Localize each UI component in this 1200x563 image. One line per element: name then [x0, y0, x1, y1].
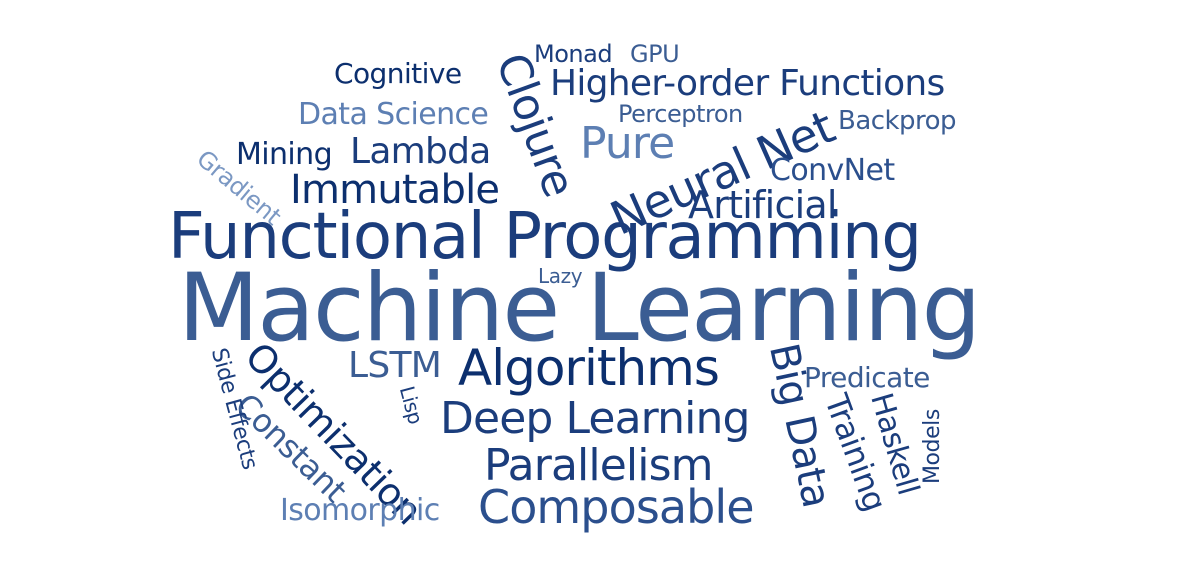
word-backprop: Backprop	[838, 106, 957, 136]
word-composable: Composable	[478, 480, 755, 534]
word-mining: Mining	[236, 137, 333, 172]
word-algorithms: Algorithms	[458, 339, 720, 397]
word-lambda: Lambda	[350, 131, 491, 172]
word-deep-learning: Deep Learning	[440, 393, 750, 444]
word-cloud: Machine Learning Functional Programming …	[0, 0, 1200, 563]
word-predicate: Predicate	[804, 361, 930, 394]
word-convnet: ConvNet	[770, 153, 895, 188]
word-artificial: Artificial	[688, 183, 837, 227]
word-models: Models	[920, 409, 945, 484]
word-immutable: Immutable	[290, 167, 500, 213]
word-lisp: Lisp	[394, 383, 428, 427]
word-cognitive: Cognitive	[334, 57, 462, 90]
word-isomorphic: Isomorphic	[280, 493, 440, 528]
word-pure: Pure	[580, 118, 675, 169]
word-data-science: Data Science	[298, 97, 489, 132]
word-higher-order-functions: Higher-order Functions	[550, 63, 945, 104]
word-lstm: LSTM	[348, 345, 442, 386]
word-lazy: Lazy	[538, 264, 583, 288]
